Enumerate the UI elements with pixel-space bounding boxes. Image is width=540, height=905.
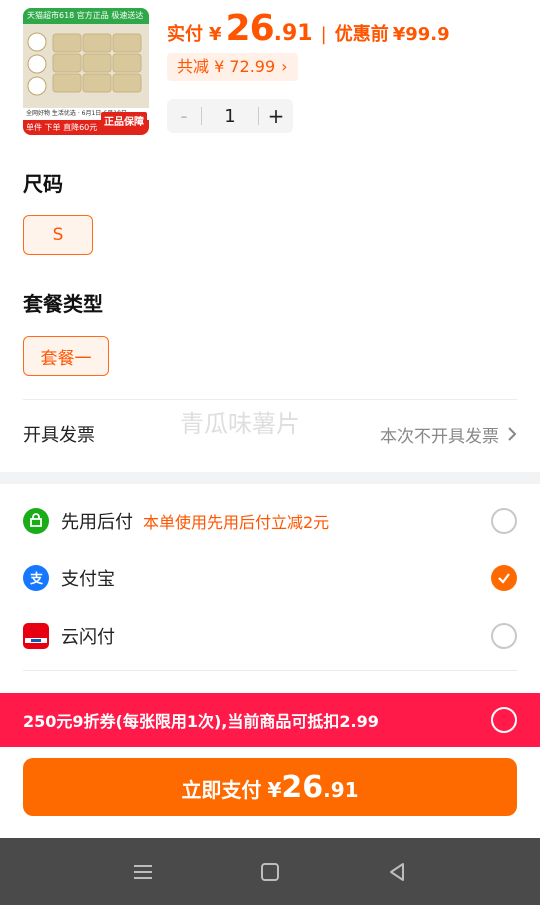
invoice-row[interactable]: 开具发票 本次不开具发票 bbox=[23, 414, 517, 454]
decrease-quantity-button[interactable]: - bbox=[167, 99, 201, 133]
authentic-badge: 正品保障 bbox=[101, 112, 147, 129]
payment-option-alipay[interactable]: 支 支付宝 bbox=[23, 558, 517, 598]
chevron-right-icon: › bbox=[281, 57, 288, 76]
package-section-title: 套餐类型 bbox=[23, 292, 103, 316]
invoice-status: 本次不开具发票 bbox=[380, 426, 499, 447]
divider bbox=[23, 399, 517, 400]
price-summary: 实付 ¥ 26 .91 | 优惠前 ¥99.9 bbox=[167, 8, 450, 49]
svg-text:支: 支 bbox=[29, 571, 44, 586]
paid-price-integer: 26 bbox=[225, 8, 275, 49]
payment-promo: 本单使用先用后付立减2元 bbox=[143, 513, 330, 532]
product-image: 天猫超市618 官方正品 极速送达 全网好物 生活优选 · 6月1日-6月18日… bbox=[23, 8, 149, 135]
chevron-right-icon bbox=[508, 427, 517, 441]
pay-button-label: 立即支付 bbox=[181, 778, 262, 802]
package-option-1[interactable]: 套餐一 bbox=[23, 336, 109, 376]
radio-checked[interactable] bbox=[491, 565, 517, 591]
original-price: ¥99.9 bbox=[392, 24, 450, 45]
payment-name: 云闪付 bbox=[61, 627, 115, 648]
pay-button-amount-integer: 26 bbox=[281, 770, 324, 805]
pay-button-amount-decimal: .91 bbox=[323, 778, 359, 802]
radio-unchecked[interactable] bbox=[491, 623, 517, 649]
paid-label: 实付 bbox=[167, 24, 203, 45]
quantity-value[interactable]: 1 bbox=[202, 106, 258, 127]
coupon-text: 250元9折券(每张限用1次),当前商品可抵扣2.99 bbox=[23, 712, 379, 731]
payment-name: 先用后付 bbox=[61, 512, 133, 533]
system-nav-bar bbox=[0, 838, 540, 905]
paid-currency: ¥ bbox=[209, 24, 222, 45]
home-icon[interactable] bbox=[250, 852, 290, 892]
alipay-icon: 支 bbox=[23, 565, 49, 591]
coupon-bar[interactable]: 250元9折券(每张限用1次),当前商品可抵扣2.99 bbox=[0, 693, 540, 747]
divider bbox=[23, 670, 517, 671]
thumb-top-banner: 天猫超市618 官方正品 极速送达 bbox=[23, 8, 149, 24]
discount-total: 共减 ¥ 72.99 bbox=[177, 57, 276, 76]
radio-unchecked[interactable] bbox=[491, 508, 517, 534]
back-icon[interactable] bbox=[377, 852, 417, 892]
invoice-value: 本次不开具发票 bbox=[380, 422, 517, 447]
quantity-stepper: - 1 + bbox=[167, 99, 293, 133]
pay-button-currency: ¥ bbox=[267, 778, 282, 802]
check-icon bbox=[498, 573, 510, 584]
pay-now-button[interactable]: 立即支付 ¥ 26 .91 bbox=[23, 758, 517, 816]
payment-option-unionpay[interactable]: 云闪付 bbox=[23, 616, 517, 656]
tissue-pack-illustration bbox=[23, 24, 149, 108]
coupon-radio[interactable] bbox=[491, 707, 517, 733]
payment-name: 支付宝 bbox=[61, 569, 115, 590]
size-option-s[interactable]: S bbox=[23, 215, 93, 255]
size-section-title: 尺码 bbox=[23, 172, 63, 196]
payment-option-pay-later[interactable]: 先用后付 本单使用先用后付立减2元 bbox=[23, 501, 517, 541]
invoice-label: 开具发票 bbox=[23, 425, 95, 446]
discount-detail-chip[interactable]: 共减 ¥ 72.99 › bbox=[167, 53, 298, 81]
menu-icon[interactable] bbox=[123, 852, 163, 892]
increase-quantity-button[interactable]: + bbox=[259, 99, 293, 133]
price-separator: | bbox=[320, 24, 327, 45]
section-separator bbox=[0, 472, 540, 484]
original-price-label: 优惠前 bbox=[334, 24, 389, 45]
paid-price-decimal: .91 bbox=[273, 21, 313, 46]
unionpay-icon bbox=[23, 623, 49, 649]
pay-later-icon bbox=[23, 508, 49, 534]
